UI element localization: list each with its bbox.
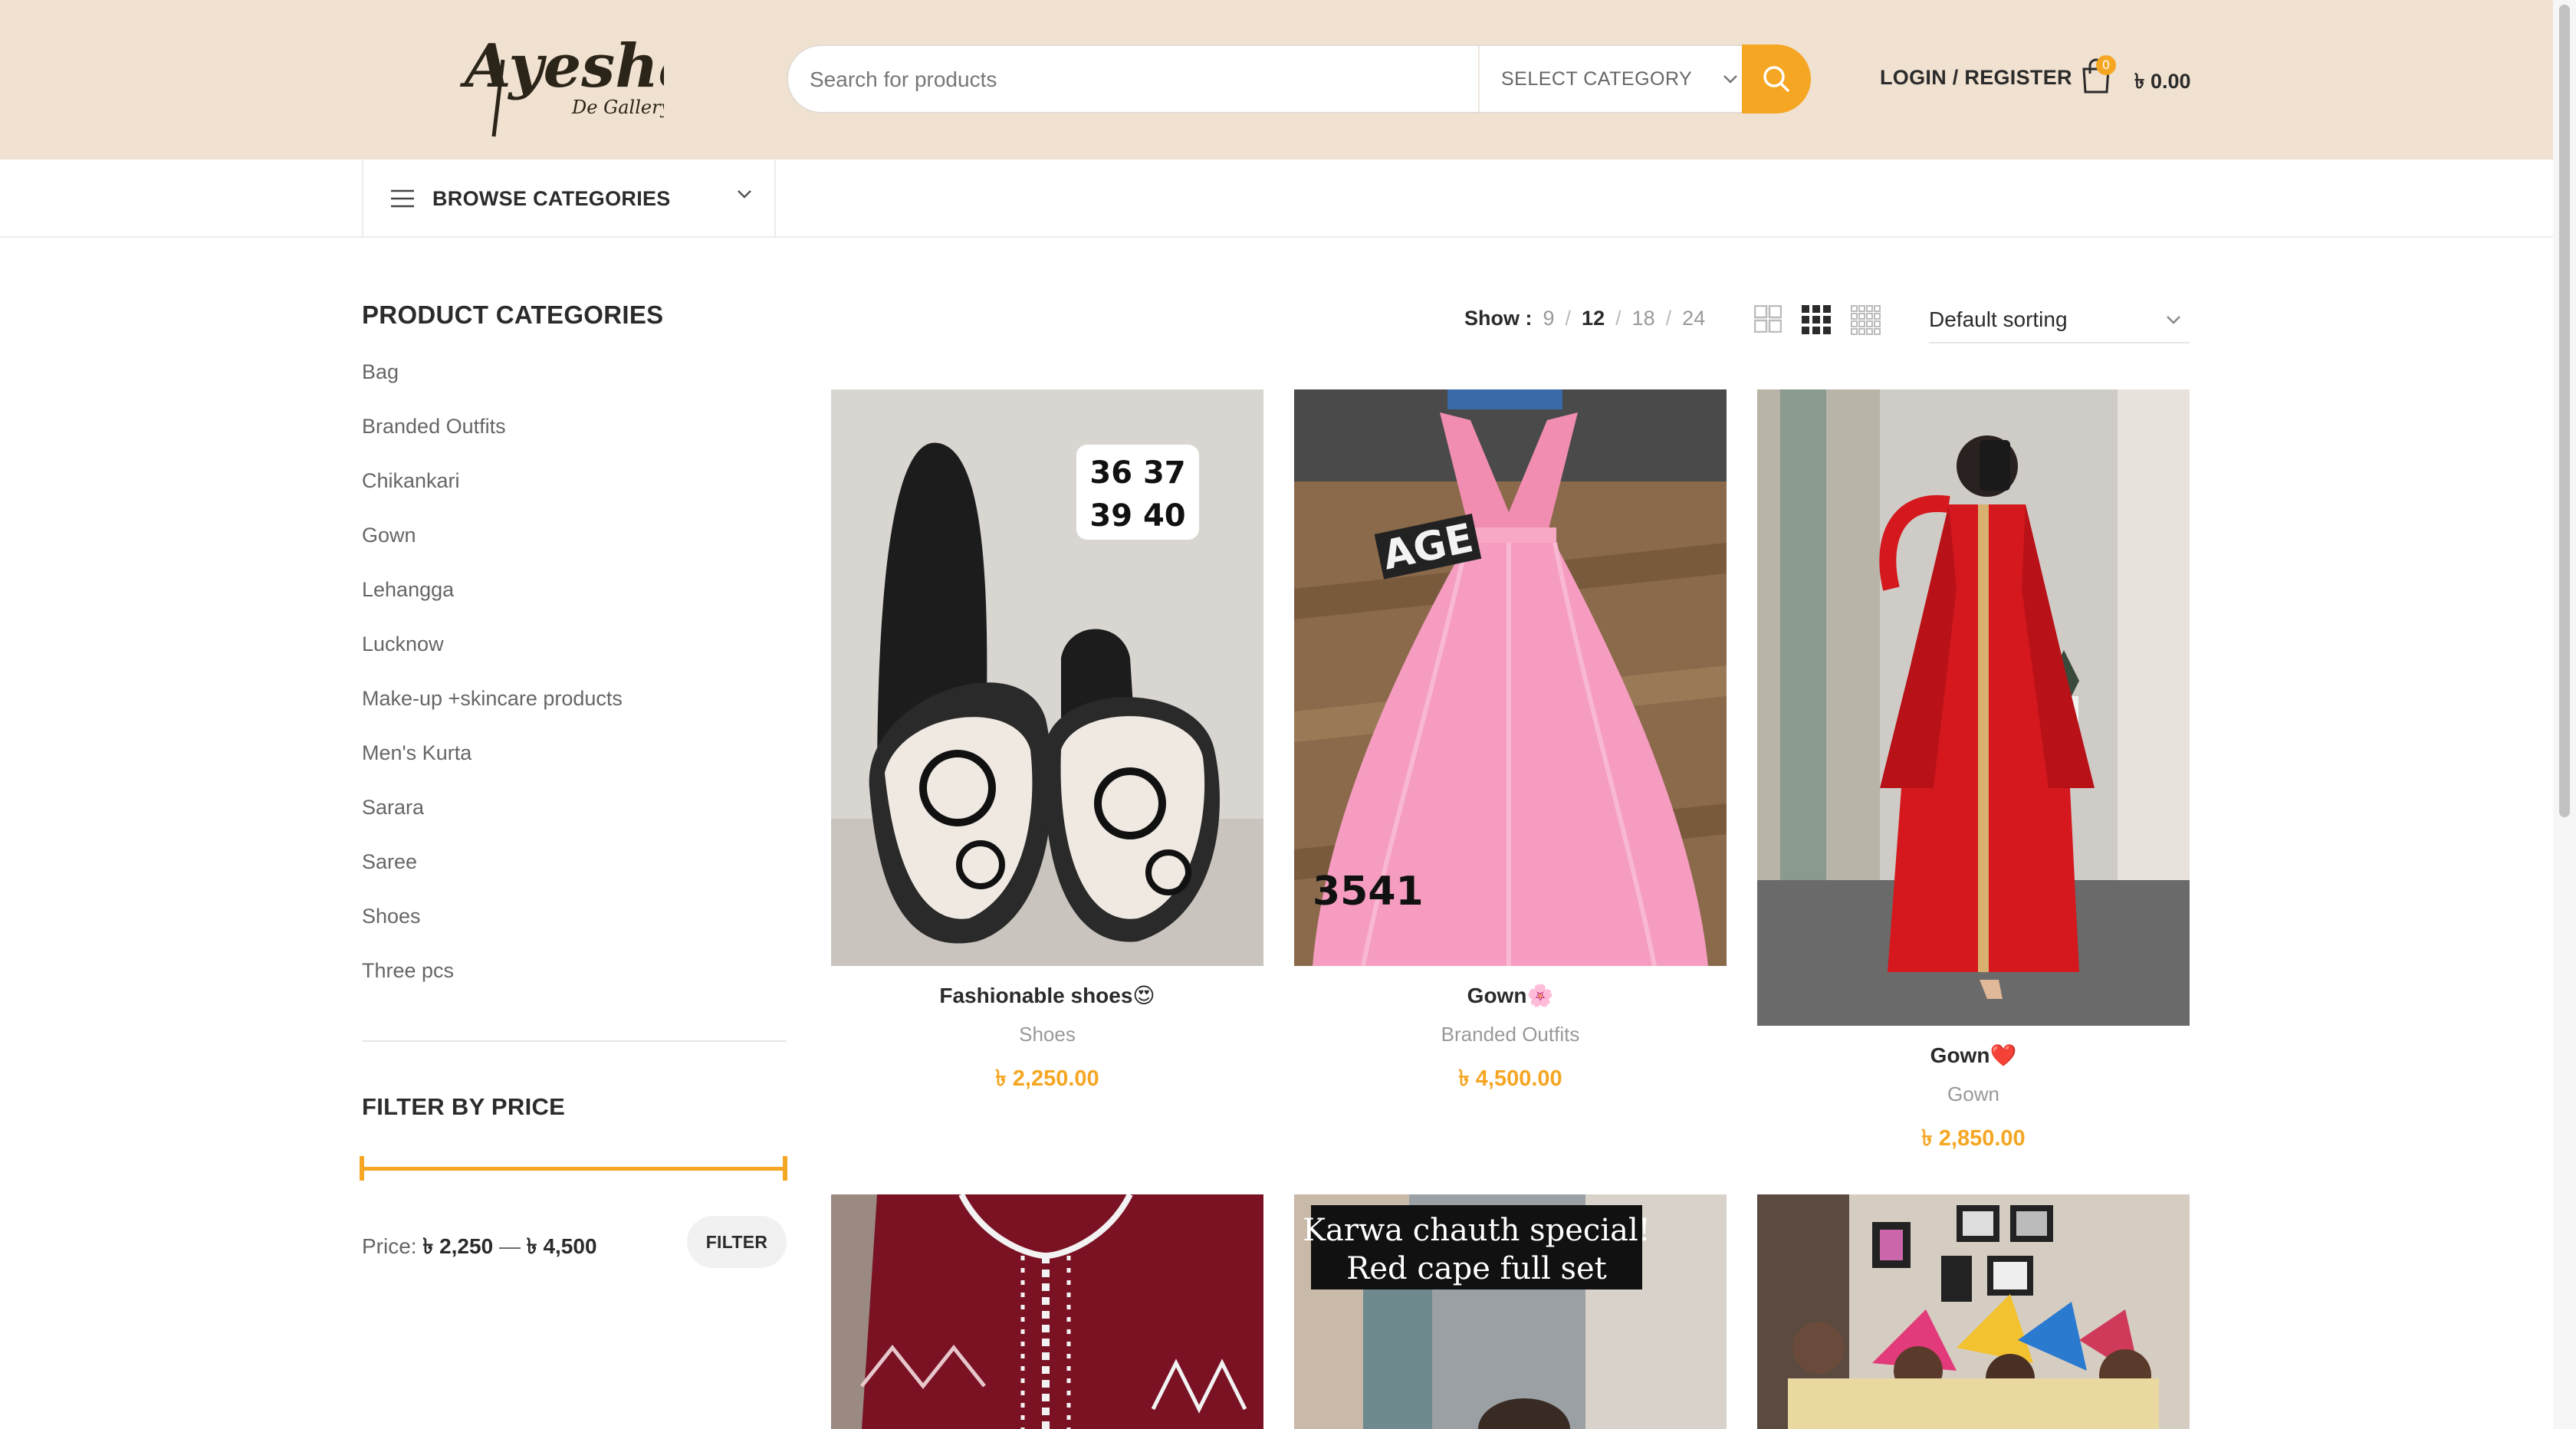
- product-price: ৳ 2,250.00: [995, 1066, 1099, 1091]
- price-max: ৳ 4,500: [526, 1234, 597, 1258]
- product-title[interactable]: Gown❤️: [1757, 1043, 2190, 1068]
- search-bar: SELECT CATEGORY: [787, 44, 1811, 113]
- show-option-18[interactable]: 18: [1632, 307, 1655, 330]
- cart-total[interactable]: ৳ 0.00: [2134, 66, 2191, 100]
- show-label: Show :: [1464, 307, 1533, 330]
- products-per-page: Show : 9 / 12 / 18 / 24: [1464, 307, 1706, 330]
- category-list: Bag Branded Outfits Chikankari Gown Leha…: [362, 360, 623, 1013]
- chevron-down-icon: [738, 190, 751, 199]
- product-title[interactable]: Gown🌸: [1294, 983, 1727, 1008]
- product-price: ৳ 4,500.00: [1458, 1066, 1562, 1091]
- category-link-shoes[interactable]: Shoes: [362, 905, 623, 959]
- category-select[interactable]: SELECT CATEGORY: [1501, 46, 1739, 112]
- show-option-24[interactable]: 24: [1682, 307, 1705, 330]
- search-field-container: SELECT CATEGORY: [787, 44, 1742, 113]
- scrollbar-thumb[interactable]: [2559, 5, 2570, 817]
- sort-select[interactable]: Default sorting: [1929, 297, 2190, 343]
- grid-3-columns-icon[interactable]: [1802, 305, 1831, 334]
- product-categories-title: PRODUCT CATEGORIES: [362, 301, 664, 329]
- logo-main-text: Ayesha's: [459, 31, 664, 101]
- browse-categories-label: BROWSE CATEGORIES: [432, 186, 671, 210]
- product-category[interactable]: Shoes: [831, 1023, 1263, 1046]
- price-prefix: Price:: [362, 1234, 417, 1258]
- category-link-makeup-skincare[interactable]: Make-up +skincare products: [362, 687, 623, 741]
- logo-sub-text: De Gallery: [571, 97, 664, 118]
- category-link-three-pcs[interactable]: Three pcs: [362, 959, 623, 1013]
- category-link-sarara[interactable]: Sarara: [362, 796, 623, 850]
- shoe-sizes-line-2: 39 40: [1089, 498, 1185, 534]
- category-link-lucknow[interactable]: Lucknow: [362, 632, 623, 687]
- product-image-red-kurta[interactable]: [831, 1194, 1263, 1429]
- shoe-sizes-line-1: 36 37: [1089, 455, 1185, 491]
- product-category[interactable]: Branded Outfits: [1294, 1023, 1727, 1046]
- filter-by-price-title: FILTER BY PRICE: [362, 1093, 566, 1120]
- site-logo[interactable]: Ayesha's De Gallery: [449, 14, 749, 144]
- cape-image-text-line-1: Karwa chauth special!: [1303, 1213, 1651, 1248]
- search-icon: [1763, 66, 1790, 93]
- grid-4-columns-icon[interactable]: [1851, 305, 1881, 336]
- category-select-label: SELECT CATEGORY: [1501, 67, 1693, 90]
- product-image-pink-gown[interactable]: AGE 3541: [1294, 389, 1727, 966]
- category-link-saree[interactable]: Saree: [362, 850, 623, 905]
- product-price: ৳ 2,850.00: [1921, 1126, 2026, 1151]
- chevron-down-icon: [1723, 75, 1737, 84]
- login-register-link[interactable]: LOGIN / REGISTER: [1880, 66, 2072, 90]
- sidebar-divider: [362, 1040, 787, 1042]
- top-header: Ayesha's De Gallery SELECT CATEGORY LOGI…: [0, 0, 2553, 159]
- price-min: ৳ 2,250: [422, 1234, 494, 1258]
- price-slider-min-handle[interactable]: [360, 1156, 364, 1181]
- gown-image-code-text: 3541: [1313, 869, 1424, 915]
- category-link-bag[interactable]: Bag: [362, 360, 623, 415]
- filter-button[interactable]: FILTER: [687, 1216, 787, 1268]
- price-range-text: Price: ৳ 2,250 — ৳ 4,500: [362, 1230, 597, 1266]
- category-link-chikankari[interactable]: Chikankari: [362, 469, 623, 524]
- navigation-bar: BROWSE CATEGORIES: [0, 159, 2553, 238]
- sort-select-label: Default sorting: [1929, 307, 2068, 331]
- browse-categories-button[interactable]: BROWSE CATEGORIES: [362, 159, 776, 238]
- product-image-red-cape-set[interactable]: Karwa chauth special! Red cape full set: [1294, 1194, 1727, 1429]
- price-separator: —: [498, 1234, 521, 1258]
- chevron-down-icon: [2167, 316, 2180, 324]
- product-image-group-photo[interactable]: [1757, 1194, 2190, 1429]
- grid-2-columns-icon[interactable]: [1754, 305, 1782, 333]
- product-title[interactable]: Fashionable shoes😍: [831, 983, 1263, 1008]
- price-slider-max-handle[interactable]: [783, 1156, 787, 1181]
- product-image-shoes[interactable]: 36 37 39 40: [831, 389, 1263, 966]
- hamburger-menu-icon: [391, 189, 414, 208]
- search-button[interactable]: [1742, 44, 1811, 113]
- cape-image-text-line-2: Red cape full set: [1346, 1251, 1607, 1286]
- search-input[interactable]: [810, 60, 1484, 100]
- show-option-12[interactable]: 12: [1582, 307, 1605, 330]
- category-link-mens-kurta[interactable]: Men's Kurta: [362, 741, 623, 796]
- cart-count-badge: 0: [2096, 55, 2116, 75]
- category-link-lehangga[interactable]: Lehangga: [362, 578, 623, 632]
- product-category[interactable]: Gown: [1757, 1082, 2190, 1106]
- category-link-branded-outfits[interactable]: Branded Outfits: [362, 415, 623, 469]
- show-option-9[interactable]: 9: [1543, 307, 1555, 330]
- search-divider: [1478, 46, 1480, 112]
- category-link-gown[interactable]: Gown: [362, 524, 623, 578]
- product-image-red-gown[interactable]: [1757, 389, 2190, 1026]
- price-slider-track[interactable]: [362, 1167, 787, 1171]
